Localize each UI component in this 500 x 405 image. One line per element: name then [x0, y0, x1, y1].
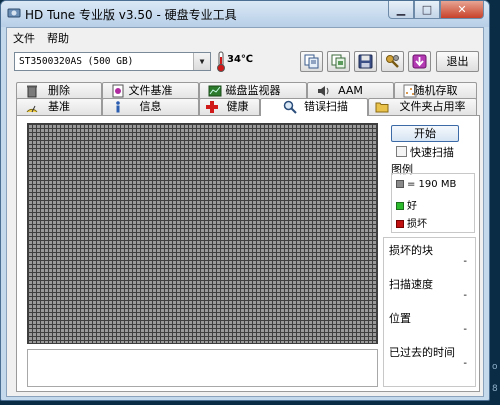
scan-stats: 损坏的块 - 扫描速度 - 位置 - 已过去的时间 -	[383, 237, 476, 387]
title-bar[interactable]: HD Tune 专业版 v3.50 - 硬盘专业工具 ▁ □ ✕	[1, 1, 489, 27]
maximize-icon: □	[421, 3, 433, 16]
position-label: 位置	[389, 312, 411, 325]
menu-file[interactable]: 文件	[7, 28, 41, 46]
red-block-swatch	[396, 220, 404, 228]
hdtune-window: HD Tune 专业版 v3.50 - 硬盘专业工具 ▁ □ ✕ 文件 帮助 S…	[0, 0, 490, 401]
position-value: -	[463, 324, 467, 335]
desktop-text-1: o	[492, 362, 498, 372]
start-button[interactable]: 开始	[391, 125, 459, 142]
tab-info[interactable]: 信息	[102, 98, 199, 115]
wrench-icon	[386, 55, 399, 68]
tab-health[interactable]: 健康	[199, 98, 260, 115]
tab-error-scan[interactable]: 错误扫描	[260, 98, 368, 116]
tab-aam-label: AAM	[338, 84, 363, 97]
menu-bar: 文件 帮助	[7, 28, 483, 46]
tab-random-access-label: 随机存取	[413, 84, 458, 97]
legend-bad-text: 损坏	[407, 219, 427, 230]
quick-scan-label: 快速扫描	[410, 146, 454, 159]
legend-block-size: = 190 MB	[396, 179, 456, 190]
elapsed-time-label: 已过去的时间	[389, 346, 455, 359]
legend: = 190 MB 好 损坏	[391, 173, 475, 233]
chevron-down-icon[interactable]: ▼	[193, 53, 210, 70]
tab-row-bottom: 基准 信息 健康 错误扫描 文件夹占用率	[7, 98, 483, 116]
error-scan-panel: 开始 快速扫描 图例 = 190 MB 好 损坏 损坏的块 - 扫描速度 - 位…	[16, 115, 480, 392]
minimize-button[interactable]: ▁	[388, 1, 414, 19]
exit-button[interactable]: 退出	[436, 51, 479, 72]
legend-good: 好	[396, 197, 417, 212]
copy-text-button[interactable]	[300, 51, 323, 72]
thermometer-icon	[217, 51, 225, 72]
tab-error-scan-label: 错误扫描	[304, 100, 348, 113]
tab-info-label: 信息	[139, 100, 162, 113]
minimize-icon: ▁	[396, 3, 406, 16]
copy-screenshot-button[interactable]	[327, 51, 350, 72]
scan-speed-value: -	[463, 290, 467, 301]
tab-health-label: 健康	[226, 100, 249, 113]
copy-icon	[304, 54, 319, 69]
floppy-disk-icon	[358, 54, 373, 69]
drive-select-value: ST3500320AS (500 GB)	[19, 56, 134, 67]
window-title: HD Tune 专业版 v3.50 - 硬盘专业工具	[25, 8, 237, 22]
close-button[interactable]: ✕	[440, 1, 484, 19]
down-arrow-icon	[412, 54, 427, 69]
gray-block-swatch	[396, 180, 404, 188]
tab-erase[interactable]: 删除	[16, 82, 102, 99]
folder-icon	[375, 102, 389, 113]
legend-good-text: 好	[407, 201, 417, 212]
desktop-text-2: 8	[492, 384, 498, 394]
block-map	[27, 123, 378, 344]
quick-scan-checkbox[interactable]	[396, 146, 407, 157]
scan-speed-label: 扫描速度	[389, 278, 433, 291]
legend-block-text: = 190 MB	[407, 179, 457, 190]
tab-random-access[interactable]: 随机存取	[394, 82, 477, 99]
elapsed-time-value: -	[463, 358, 467, 369]
copy-screen-icon	[331, 54, 346, 69]
tab-aam[interactable]: AAM	[307, 82, 394, 99]
close-icon: ✕	[457, 3, 467, 16]
save-button[interactable]	[354, 51, 377, 72]
download-button[interactable]	[408, 51, 431, 72]
maximize-button[interactable]: □	[414, 1, 440, 19]
tab-benchmark[interactable]: 基准	[16, 98, 102, 115]
menu-help[interactable]: 帮助	[41, 28, 75, 46]
tab-file-benchmark-label: 文件基准	[128, 84, 173, 97]
toolbar: ST3500320AS (500 GB) ▼ 34℃ 退出	[7, 48, 483, 78]
temperature-readout: 34℃	[227, 54, 254, 65]
tab-folder-usage-label: 文件夹占用率	[399, 100, 466, 113]
drive-select[interactable]: ST3500320AS (500 GB) ▼	[14, 52, 211, 71]
tab-benchmark-label: 基准	[48, 100, 70, 113]
tab-file-benchmark[interactable]: 文件基准	[102, 82, 199, 99]
damaged-blocks-label: 损坏的块	[389, 244, 433, 257]
scan-log	[27, 349, 378, 387]
legend-bad: 损坏	[396, 215, 427, 230]
client-area: 文件 帮助 ST3500320AS (500 GB) ▼ 34℃ 退出 删除 文…	[6, 27, 484, 397]
damaged-blocks-value: -	[463, 256, 467, 267]
app-icon	[7, 8, 21, 18]
tab-disk-monitor[interactable]: 磁盘监视器	[199, 82, 307, 99]
options-button[interactable]	[381, 51, 404, 72]
green-block-swatch	[396, 202, 404, 210]
tab-row-top: 删除 文件基准 磁盘监视器 AAM 随机存取	[7, 82, 483, 99]
tab-erase-label: 删除	[48, 84, 70, 97]
tab-folder-usage[interactable]: 文件夹占用率	[368, 98, 477, 115]
tab-disk-monitor-label: 磁盘监视器	[225, 84, 281, 97]
